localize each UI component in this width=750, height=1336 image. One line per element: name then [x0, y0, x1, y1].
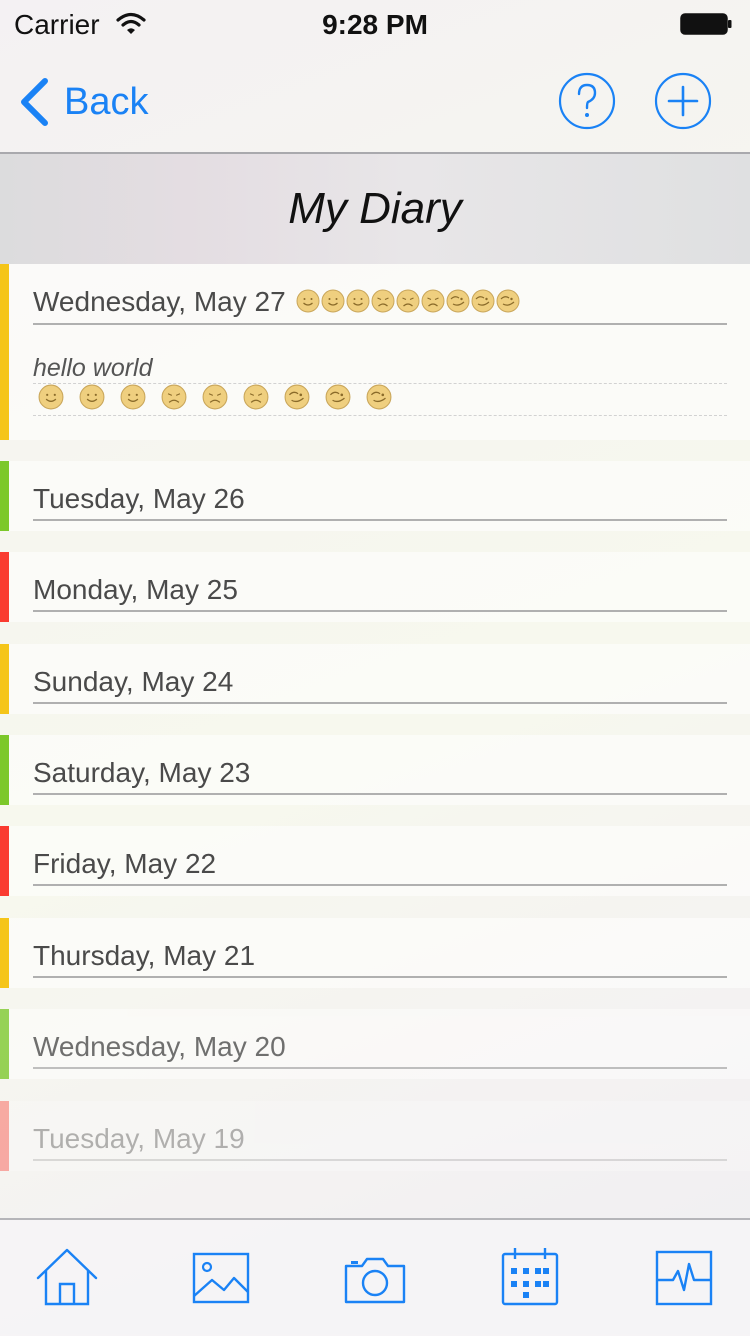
mood-wink-icon	[446, 289, 470, 313]
picture-icon[interactable]	[188, 1244, 254, 1310]
mood-wink-icon	[496, 289, 520, 313]
entry-date: Wednesday, May 20	[33, 1031, 286, 1062]
mood-color-stripe	[0, 264, 9, 440]
mood-smile-icon	[38, 384, 64, 410]
mood-smile-icon	[79, 384, 105, 410]
entry-date: Saturday, May 23	[33, 757, 251, 788]
diary-entry[interactable]: Saturday, May 23	[0, 735, 750, 805]
back-button[interactable]: Back	[18, 76, 148, 128]
navigation-bar: Back	[0, 50, 750, 154]
date-underline	[33, 793, 727, 795]
title-band: My Diary	[0, 154, 750, 264]
date-underline	[33, 1159, 727, 1161]
diary-entry[interactable]: Monday, May 25	[0, 552, 750, 622]
mood-smile-icon	[346, 289, 370, 313]
mood-smile-icon	[120, 384, 146, 410]
entry-date: Friday, May 22	[33, 848, 217, 879]
entry-date: Monday, May 25	[33, 574, 238, 605]
entry-date: Sunday, May 24	[33, 666, 234, 697]
mood-frown-icon	[202, 384, 228, 410]
mood-color-stripe	[0, 461, 9, 531]
mood-frown-icon	[396, 289, 420, 313]
mood-color-stripe	[0, 735, 9, 805]
entry-date: Tuesday, May 26	[33, 483, 245, 514]
mood-frown-icon	[161, 384, 187, 410]
mood-color-stripe	[0, 826, 9, 896]
help-button[interactable]	[558, 72, 616, 130]
diary-entry[interactable]: Sunday, May 24	[0, 644, 750, 714]
mood-color-stripe	[0, 1009, 9, 1079]
diary-entry[interactable]: Wednesday, May 20	[0, 1009, 750, 1079]
mood-wink-icon	[325, 384, 351, 410]
diary-entry[interactable]: Thursday, May 21	[0, 918, 750, 988]
mood-frown-icon	[243, 384, 269, 410]
camera-icon[interactable]	[342, 1244, 408, 1310]
home-icon[interactable]	[34, 1244, 100, 1310]
mood-frown-icon	[371, 289, 395, 313]
note-line	[33, 415, 727, 416]
diary-entry[interactable]: Tuesday, May 26	[0, 461, 750, 531]
battery-icon	[680, 13, 732, 35]
date-underline	[33, 884, 727, 886]
chevron-left-icon	[21, 78, 48, 126]
entry-date: Tuesday, May 19	[33, 1123, 245, 1154]
diary-entry[interactable]: Friday, May 22	[0, 826, 750, 896]
mood-smile-icon	[321, 289, 345, 313]
entry-date: Thursday, May 21	[33, 940, 256, 971]
mood-color-stripe	[0, 1101, 9, 1171]
date-underline	[33, 610, 727, 612]
status-bar: Carrier 9:28 PM	[0, 0, 750, 50]
diary-entry[interactable]: Tuesday, May 19	[0, 1101, 750, 1171]
date-underline	[33, 323, 727, 325]
add-button[interactable]	[654, 72, 712, 130]
mood-wink-icon	[284, 384, 310, 410]
entry-note: hello world	[33, 354, 153, 382]
date-underline	[33, 1067, 727, 1069]
pulse-icon[interactable]	[651, 1244, 717, 1310]
status-time: 9:28 PM	[322, 9, 428, 40]
diary-entry[interactable]: Wednesday, May 27 hello world	[0, 264, 750, 440]
entry-date-text: Wednesday, May 27	[33, 286, 286, 317]
entry-date: Wednesday, May 27	[33, 286, 520, 318]
back-label: Back	[64, 80, 149, 123]
mood-frown-icon	[421, 289, 445, 313]
tab-bar	[0, 1218, 750, 1336]
mood-color-stripe	[0, 918, 9, 988]
mood-smile-icon	[296, 289, 320, 313]
mood-color-stripe	[0, 552, 9, 622]
mood-line	[38, 384, 392, 410]
mood-summary	[296, 289, 520, 313]
calendar-icon[interactable]	[497, 1244, 563, 1310]
mood-wink-icon	[366, 384, 392, 410]
mood-color-stripe	[0, 644, 9, 714]
date-underline	[33, 702, 727, 704]
mood-wink-icon	[471, 289, 495, 313]
date-underline	[33, 519, 727, 521]
date-underline	[33, 976, 727, 978]
page-title: My Diary	[288, 184, 462, 233]
